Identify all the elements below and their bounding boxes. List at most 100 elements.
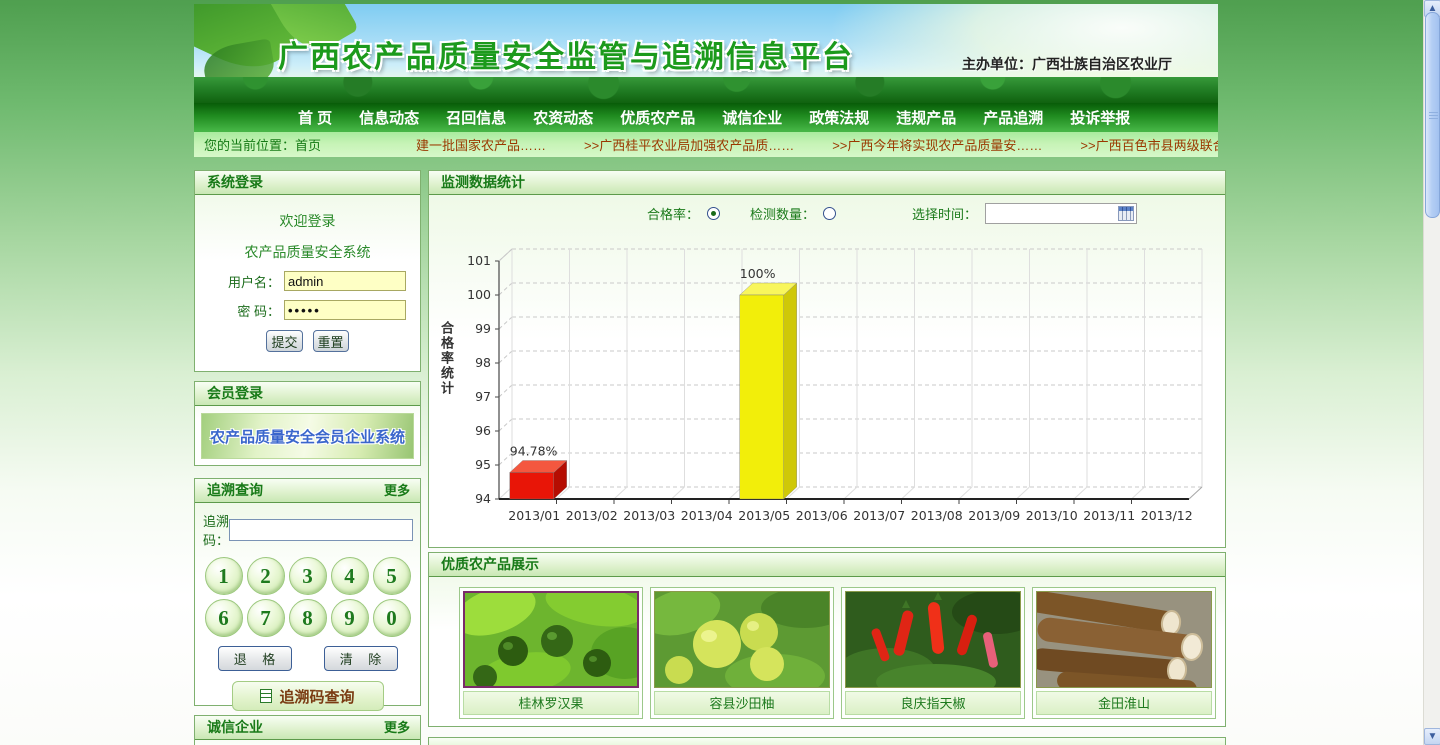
welcome-text: 欢迎登录: [195, 211, 420, 231]
keypad-button-9[interactable]: 9: [331, 599, 369, 637]
member-system-banner-text: 农产品质量安全会员企业系统: [210, 426, 405, 447]
news-link[interactable]: >>广西今年将实现农产品质量安……: [832, 135, 1042, 154]
detect-count-label: 检测数量：: [750, 204, 815, 223]
keypad-button-5[interactable]: 5: [373, 557, 411, 595]
keypad-button-0[interactable]: 0: [373, 599, 411, 637]
trace-query-title: 追溯查询: [207, 479, 263, 502]
nav-item-home[interactable]: 首 页: [298, 107, 332, 128]
news-link[interactable]: >>广西百色市县两级联合执法检……: [1080, 135, 1218, 154]
keypad-button-6[interactable]: 6: [205, 599, 243, 637]
nav-item-violations[interactable]: 违规产品: [896, 107, 956, 128]
svg-text:2013/07: 2013/07: [853, 508, 905, 523]
nav-item-complaints[interactable]: 投诉举报: [1070, 107, 1130, 128]
nav-item-agri-supplies[interactable]: 农资动态: [533, 107, 593, 128]
product-card[interactable]: 桂林罗汉果: [459, 587, 643, 719]
svg-text:2013/06: 2013/06: [796, 508, 848, 523]
scroll-down-arrow-icon[interactable]: ▼: [1424, 728, 1440, 745]
select-time-label: 选择时间：: [912, 204, 977, 223]
quality-products-title: 优质农产品展示: [441, 553, 539, 576]
keypad-button-3[interactable]: 3: [289, 557, 327, 595]
nav-item-news[interactable]: 信息动态: [359, 107, 419, 128]
svg-text:2013/04: 2013/04: [681, 508, 733, 523]
keypad-button-4[interactable]: 4: [331, 557, 369, 595]
password-field[interactable]: [284, 300, 406, 320]
system-login-panel: 系统登录 欢迎登录 农产品质量安全系统 用户名： 密 码： 提交 重置: [194, 170, 421, 372]
backspace-button[interactable]: 退 格: [218, 646, 292, 671]
product-card[interactable]: 良庆指天椒: [841, 587, 1025, 719]
nav-item-trace[interactable]: 产品追溯: [983, 107, 1043, 128]
username-label: 用户名：: [228, 272, 280, 291]
trace-code-query-label: 追溯码查询: [279, 686, 354, 707]
treeline-decoration: [194, 77, 1218, 103]
keypad-button-7[interactable]: 7: [247, 599, 285, 637]
honest-enterprises-title: 诚信企业: [207, 716, 263, 739]
scrollbar[interactable]: ▲ ▼: [1423, 0, 1440, 745]
breadcrumb: 您的当前位置：首页: [194, 135, 321, 154]
document-icon: [260, 689, 272, 703]
scrollbar-thumb[interactable]: [1425, 12, 1440, 218]
nav-item-quality-products[interactable]: 优质农产品: [620, 107, 695, 128]
reset-button[interactable]: 重置: [313, 330, 349, 352]
news-link[interactable]: 建一批国家农产品……: [416, 135, 546, 154]
product-image-luohanguo: [463, 591, 639, 688]
site-title: 广西农产品质量安全监管与追溯信息平台: [278, 32, 854, 76]
svg-text:2013/09: 2013/09: [968, 508, 1020, 523]
trace-code-field[interactable]: [229, 519, 413, 541]
date-picker-box: [985, 203, 1137, 224]
member-login-panel: 会员登录 农产品质量安全会员企业系统: [194, 381, 421, 466]
bar-chart: 9495969798991001012013/012013/022013/032…: [447, 231, 1225, 533]
honest-enterprises-panel: 诚信企业 更多: [194, 715, 421, 745]
monitor-stats-title: 监测数据统计: [441, 171, 525, 194]
svg-text:94: 94: [475, 491, 491, 506]
detect-count-radio[interactable]: [823, 207, 836, 220]
date-input[interactable]: [986, 204, 1114, 223]
keypad-button-1[interactable]: 1: [205, 557, 243, 595]
quality-products-panel: 优质农产品展示: [428, 552, 1226, 727]
svg-text:2013/11: 2013/11: [1083, 508, 1135, 523]
product-name: 桂林罗汉果: [463, 691, 639, 715]
product-image-shatian-pomelo: [654, 591, 830, 688]
pass-rate-label: 合格率：: [647, 204, 699, 223]
svg-text:2013/02: 2013/02: [566, 508, 618, 523]
trace-code-query-button[interactable]: 追溯码查询: [232, 681, 384, 711]
username-field[interactable]: [284, 271, 406, 291]
keypad-button-2[interactable]: 2: [247, 557, 285, 595]
clear-button[interactable]: 清 除: [324, 646, 398, 671]
svg-text:2013/05: 2013/05: [738, 508, 790, 523]
monitor-stats-panel: 监测数据统计 合格率： 检测数量： 选择时间： 合格率统计: [428, 170, 1226, 548]
svg-text:100: 100: [467, 287, 491, 302]
nav-item-policies[interactable]: 政策法规: [809, 107, 869, 128]
product-name: 容县沙田柚: [654, 691, 830, 715]
svg-text:98: 98: [475, 355, 491, 370]
submit-button[interactable]: 提交: [266, 330, 302, 352]
chart-y-axis-label: 合格率统计: [437, 321, 456, 396]
svg-text:2013/10: 2013/10: [1026, 508, 1078, 523]
honest-more-link[interactable]: 更多: [384, 716, 410, 739]
password-label: 密 码：: [237, 301, 280, 320]
system-name-text: 农产品质量安全系统: [195, 242, 420, 262]
svg-text:96: 96: [475, 423, 491, 438]
member-system-banner[interactable]: 农产品质量安全会员企业系统: [201, 413, 414, 459]
product-name: 良庆指天椒: [845, 691, 1021, 715]
news-link[interactable]: >>广西桂平农业局加强农产品质……: [584, 135, 794, 154]
svg-text:2013/03: 2013/03: [623, 508, 675, 523]
trace-more-link[interactable]: 更多: [384, 479, 410, 502]
pass-rate-radio[interactable]: [707, 207, 720, 220]
member-login-title: 会员登录: [207, 382, 263, 405]
svg-text:101: 101: [467, 253, 491, 268]
keypad-button-8[interactable]: 8: [289, 599, 327, 637]
nav-item-recall[interactable]: 召回信息: [446, 107, 506, 128]
trace-keypad: 1 2 3 4 5 6 7 8 9 0: [195, 549, 420, 637]
scrollbar-grip: [1429, 112, 1438, 120]
nav-item-honest-enterprises[interactable]: 诚信企业: [722, 107, 782, 128]
svg-text:2013/12: 2013/12: [1141, 508, 1193, 523]
page-container: 广西农产品质量安全监管与追溯信息平台 主办单位：广西壮族自治区农业厅 首 页 信…: [194, 4, 1226, 745]
product-card[interactable]: 金田淮山: [1032, 587, 1216, 719]
product-card[interactable]: 容县沙田柚: [650, 587, 834, 719]
svg-text:94.78%: 94.78%: [510, 443, 558, 458]
main-nav: 首 页 信息动态 召回信息 农资动态 优质农产品 诚信企业 政策法规 违规产品 …: [194, 103, 1218, 131]
system-login-title: 系统登录: [207, 171, 263, 194]
calendar-icon[interactable]: [1118, 206, 1134, 221]
trace-code-label: 追溯码：: [203, 511, 229, 549]
site-banner: 广西农产品质量安全监管与追溯信息平台 主办单位：广西壮族自治区农业厅: [194, 4, 1218, 103]
